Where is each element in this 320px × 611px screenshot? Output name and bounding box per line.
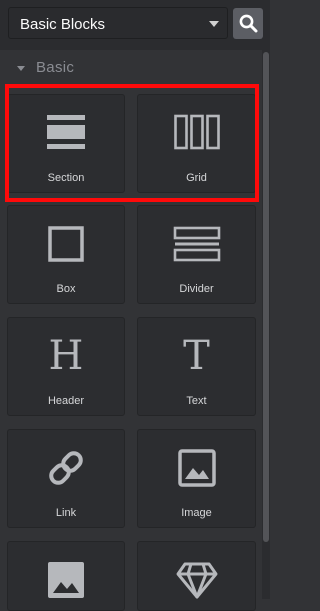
link-icon xyxy=(49,451,83,485)
block-label: Box xyxy=(56,283,76,295)
diamond-icon xyxy=(176,562,217,599)
block-label: Text xyxy=(186,395,207,407)
block-label: Header xyxy=(47,395,85,407)
block-header[interactable]: H Header xyxy=(7,317,125,416)
box-icon xyxy=(48,226,84,262)
block-box[interactable]: Box xyxy=(7,205,125,304)
block-image-2[interactable] xyxy=(7,541,125,611)
block-label: Divider xyxy=(179,283,214,295)
block-text[interactable]: T Text xyxy=(137,317,256,416)
block-image[interactable]: Image xyxy=(137,429,256,528)
divider-icon xyxy=(173,226,220,262)
text-icon: T xyxy=(183,333,210,379)
scrollbar[interactable] xyxy=(262,50,270,599)
block-custom[interactable] xyxy=(137,541,256,611)
block-link[interactable]: Link xyxy=(7,429,125,528)
block-label: Image xyxy=(181,507,212,519)
blocks-toolbar: Basic Blocks xyxy=(0,0,270,50)
block-category-select[interactable]: Basic Blocks xyxy=(8,7,228,39)
category-label: Basic xyxy=(36,59,75,76)
scrollbar-thumb[interactable] xyxy=(263,52,269,542)
caret-down-icon xyxy=(17,66,25,71)
selection-highlight xyxy=(5,84,259,202)
search-button[interactable] xyxy=(233,8,263,39)
search-icon xyxy=(239,14,258,33)
block-label: Link xyxy=(55,507,77,519)
block-category-select-value: Basic Blocks xyxy=(20,16,106,33)
block-divider[interactable]: Divider xyxy=(137,205,256,304)
image-icon xyxy=(48,562,84,598)
header-icon: H xyxy=(48,333,84,379)
image-icon xyxy=(177,449,216,487)
chevron-down-icon xyxy=(209,21,219,27)
category-header-basic[interactable]: Basic xyxy=(0,50,262,84)
